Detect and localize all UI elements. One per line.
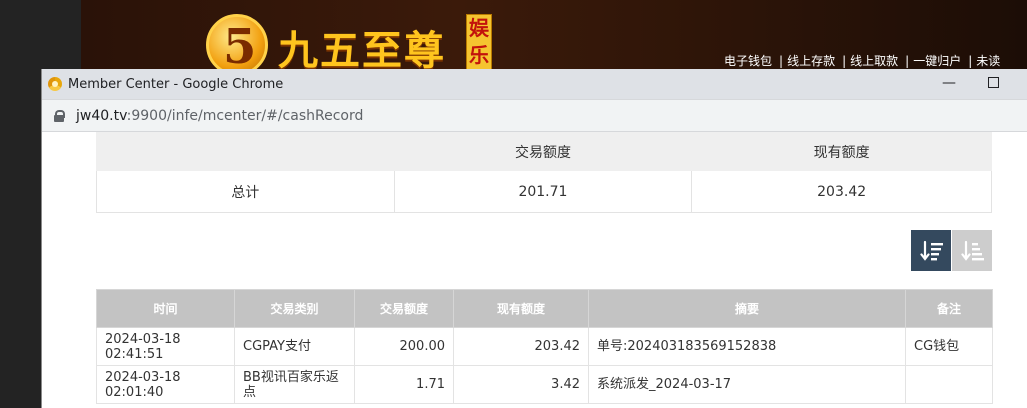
lock-icon[interactable] (54, 109, 65, 122)
url-text[interactable]: jw40.tv:9900/infe/mcenter/#/cashRecord (76, 108, 363, 124)
link-online-deposit[interactable]: 线上存款 (787, 54, 835, 68)
window-titlebar[interactable]: Member Center - Google Chrome — (42, 69, 1027, 99)
record-type: CGPAY支付 (234, 327, 355, 366)
url-path: :9900/infe/mcenter/#/cashRecord (126, 107, 364, 124)
records-header-type: 交易类别 (234, 289, 355, 328)
table-row: 2024-03-18 02:01:40 BB视讯百家乐返点 1.71 3.42 … (96, 365, 993, 404)
record-summary: 单号:202403183569152838 (588, 327, 906, 366)
site-logo-text: 九五至尊 (278, 27, 446, 74)
record-amount: 200.00 (354, 327, 454, 366)
records-header-time: 时间 (96, 289, 235, 328)
maximize-button[interactable] (988, 77, 999, 88)
link-separator: | (968, 54, 973, 68)
window-title: Member Center - Google Chrome (68, 76, 284, 92)
sort-descending-icon (920, 240, 943, 261)
link-separator: | (779, 54, 784, 68)
record-note: CG钱包 (905, 327, 993, 366)
records-header-balance: 现有额度 (453, 289, 589, 328)
link-separator: | (842, 54, 847, 68)
records-header-amount: 交易额度 (354, 289, 454, 328)
record-note (905, 365, 993, 404)
sort-ascending-icon (961, 240, 984, 261)
record-balance: 203.42 (453, 327, 589, 366)
record-time: 2024-03-18 02:41:51 (96, 327, 235, 366)
record-balance: 3.42 (453, 365, 589, 404)
site-logo-badge: 娱乐 (466, 14, 492, 70)
summary-header-amount: 交易额度 (393, 132, 693, 171)
summary-total-amount: 201.71 (393, 170, 693, 213)
sort-descending-button[interactable] (911, 230, 951, 271)
link-e-wallet[interactable]: 电子钱包 (724, 54, 772, 68)
page-content: 交易额度 现有额度 总计 201.71 203.42 时间 交易类别 交易额度 … (42, 132, 1027, 408)
site-top-links: 电子钱包 | 线上存款 | 线上取款 | 一键归户 | 未读 (724, 52, 1003, 69)
summary-total-balance: 203.42 (691, 170, 992, 213)
site-logo-icon: 5 (206, 14, 268, 76)
record-summary: 系统派发_2024-03-17 (588, 365, 906, 404)
link-separator: | (905, 54, 910, 68)
summary-total-label: 总计 (96, 170, 395, 213)
cash-record-table: 时间 交易类别 交易额度 现有额度 摘要 备注 2024-03-18 02:41… (96, 289, 993, 404)
sort-controls (911, 230, 992, 271)
address-bar[interactable]: jw40.tv:9900/infe/mcenter/#/cashRecord (42, 99, 1027, 132)
chrome-popup-window: Member Center - Google Chrome — jw40.tv:… (41, 69, 1027, 408)
link-online-withdraw[interactable]: 线上取款 (850, 54, 898, 68)
summary-total-row: 总计 201.71 203.42 (96, 170, 992, 213)
summary-header-row: 交易额度 现有额度 (96, 132, 992, 171)
link-one-click-transfer[interactable]: 一键归户 (913, 54, 961, 68)
records-header-row: 时间 交易类别 交易额度 现有额度 摘要 备注 (96, 289, 993, 328)
sort-ascending-button[interactable] (952, 230, 992, 271)
records-header-note: 备注 (905, 289, 993, 328)
summary-table: 交易额度 现有额度 总计 201.71 203.42 (96, 132, 992, 213)
record-time: 2024-03-18 02:01:40 (96, 365, 235, 404)
minimize-button[interactable]: — (940, 74, 958, 92)
link-unread[interactable]: 未读 (976, 54, 1000, 68)
record-type: BB视讯百家乐返点 (234, 365, 355, 404)
url-host: jw40.tv (76, 107, 127, 124)
summary-header-blank (96, 132, 395, 171)
summary-header-balance: 现有额度 (691, 132, 992, 171)
records-header-summary: 摘要 (588, 289, 906, 328)
record-amount: 1.71 (354, 365, 454, 404)
table-row: 2024-03-18 02:41:51 CGPAY支付 200.00 203.4… (96, 327, 993, 366)
chrome-icon (48, 77, 62, 91)
